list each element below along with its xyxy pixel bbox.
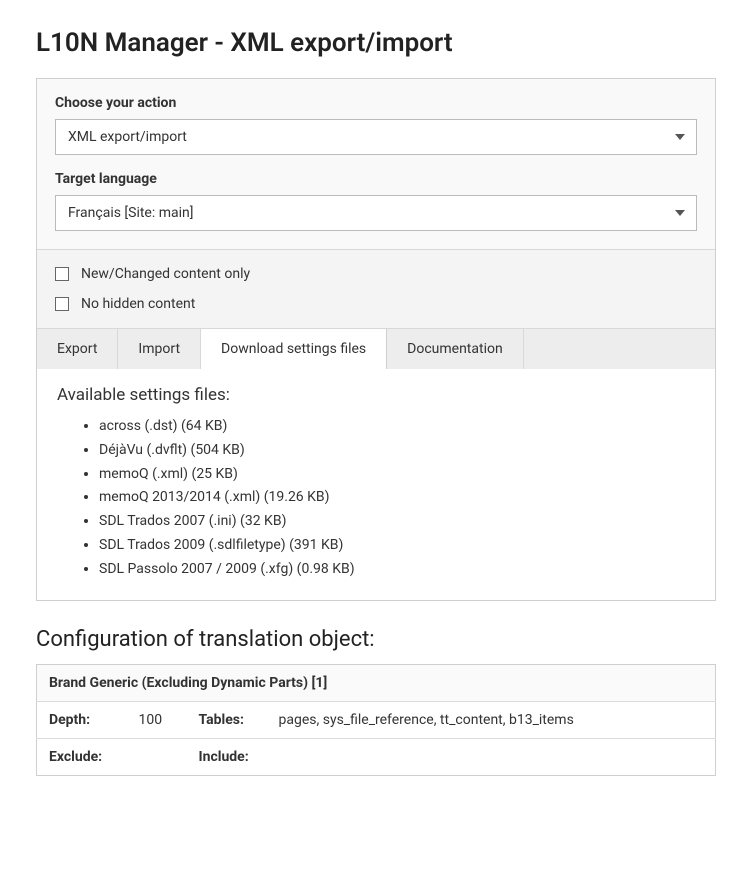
new-changed-label: New/Changed content only xyxy=(81,266,250,282)
tab-download-settings[interactable]: Download settings files xyxy=(201,329,387,369)
main-panel: Choose your action XML export/import Tar… xyxy=(36,78,716,601)
list-item[interactable]: SDL Trados 2009 (.sdlfiletype) (391 KB) xyxy=(99,534,695,558)
config-object-name: Brand Generic (Excluding Dynamic Parts) … xyxy=(37,664,716,701)
action-label: Choose your action xyxy=(55,95,697,111)
list-item[interactable]: DéjàVu (.dvflt) (504 KB) xyxy=(99,439,695,463)
tab-documentation[interactable]: Documentation xyxy=(387,329,524,369)
files-heading: Available settings files: xyxy=(57,385,695,405)
no-hidden-label: No hidden content xyxy=(81,296,195,312)
tables-value: pages, sys_file_reference, tt_content, b… xyxy=(267,701,716,738)
language-label: Target language xyxy=(55,171,697,187)
list-item[interactable]: SDL Passolo 2007 / 2009 (.xfg) (0.98 KB) xyxy=(99,558,695,582)
config-heading: Configuration of translation object: xyxy=(36,627,716,652)
list-item[interactable]: memoQ (.xml) (25 KB) xyxy=(99,463,695,487)
action-select[interactable]: XML export/import xyxy=(55,119,697,155)
include-value xyxy=(267,738,716,775)
tabs-bar: Export Import Download settings files Do… xyxy=(37,328,715,369)
page-title: L10N Manager - XML export/import xyxy=(36,28,716,58)
config-table: Brand Generic (Excluding Dynamic Parts) … xyxy=(36,664,716,776)
list-item[interactable]: memoQ 2013/2014 (.xml) (19.26 KB) xyxy=(99,486,695,510)
list-item[interactable]: SDL Trados 2007 (.ini) (32 KB) xyxy=(99,510,695,534)
tab-content-download: Available settings files: across (.dst) … xyxy=(37,369,715,600)
language-select[interactable]: Français [Site: main] xyxy=(55,195,697,231)
depth-label: Depth: xyxy=(37,701,127,738)
depth-value: 100 xyxy=(127,701,187,738)
exclude-label: Exclude: xyxy=(37,738,127,775)
options-group: New/Changed content only No hidden conte… xyxy=(37,249,715,328)
no-hidden-checkbox[interactable] xyxy=(55,297,69,311)
new-changed-checkbox[interactable] xyxy=(55,267,69,281)
tables-label: Tables: xyxy=(187,701,267,738)
tab-export[interactable]: Export xyxy=(37,329,118,369)
list-item[interactable]: across (.dst) (64 KB) xyxy=(99,415,695,439)
include-label: Include: xyxy=(187,738,267,775)
file-list: across (.dst) (64 KB) DéjàVu (.dvflt) (5… xyxy=(57,415,695,582)
exclude-value xyxy=(127,738,187,775)
tab-import[interactable]: Import xyxy=(118,329,201,369)
